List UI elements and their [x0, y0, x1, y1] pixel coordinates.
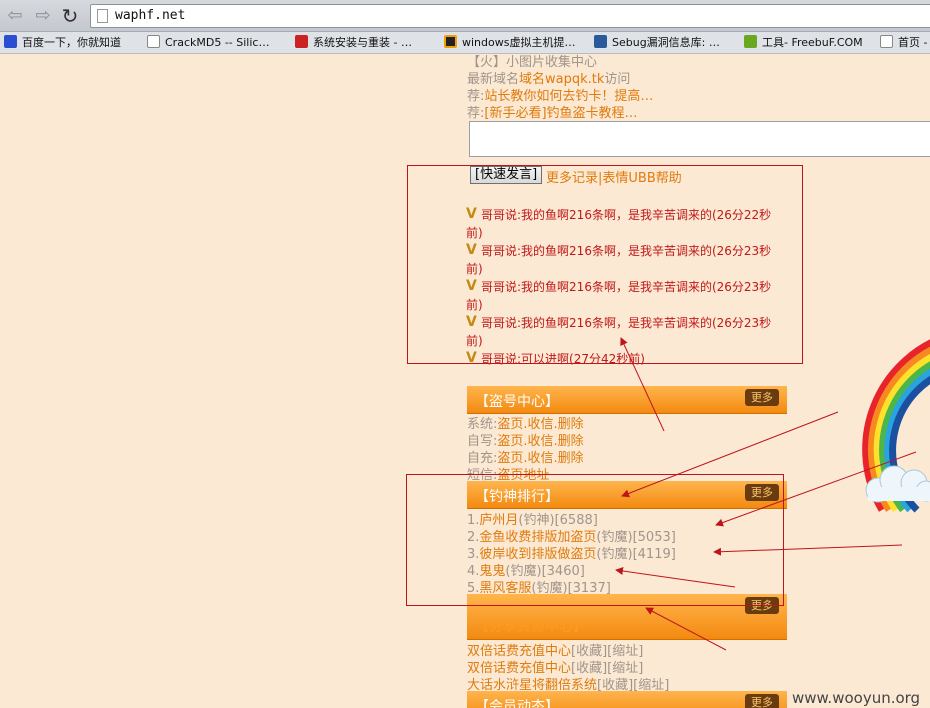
bookmark-item[interactable]: 首页 - — [880, 35, 927, 51]
page-content: 【火】小图片收集中心 最新域名域名wapqk.tk访问 荐:站长教你如何去钓卡！… — [0, 55, 930, 708]
bookmark-item[interactable]: CrackMD5 -- Silic… — [147, 35, 269, 51]
address-bar[interactable]: waphf.net — [90, 4, 930, 28]
puzzle-icon — [295, 35, 308, 48]
bookmark-item[interactable]: windows虚拟主机提… — [444, 35, 575, 51]
baidu-paw-icon — [4, 35, 17, 48]
m-logo-icon — [444, 35, 457, 48]
forward-arrow-icon[interactable]: ⇨ — [32, 5, 54, 27]
url-text: waphf.net — [115, 8, 186, 23]
bookmark-item[interactable]: 系统安装与重装 - … — [295, 35, 412, 51]
annotation-arrows — [615, 337, 917, 651]
page-icon — [880, 35, 893, 48]
browser-toolbar: ⇦ ⇨ ↻ waphf.net — [0, 0, 930, 32]
f-logo-icon — [744, 35, 757, 48]
back-arrow-icon[interactable]: ⇦ — [4, 5, 26, 27]
s-logo-icon — [594, 35, 607, 48]
page-icon — [147, 35, 160, 48]
watermark: www.wooyun.org — [792, 689, 921, 707]
bookmark-item[interactable]: 工具- FreebuF.COM — [744, 35, 863, 51]
bookmark-item[interactable]: 百度一下，你就知道 — [4, 35, 121, 51]
bookmark-item[interactable]: Sebug漏洞信息库: … — [594, 35, 720, 51]
bookmarks-bar: 百度一下，你就知道 CrackMD5 -- Silic… 系统安装与重装 - …… — [0, 32, 930, 54]
reload-icon[interactable]: ↻ — [59, 5, 81, 27]
page-icon — [97, 9, 108, 23]
